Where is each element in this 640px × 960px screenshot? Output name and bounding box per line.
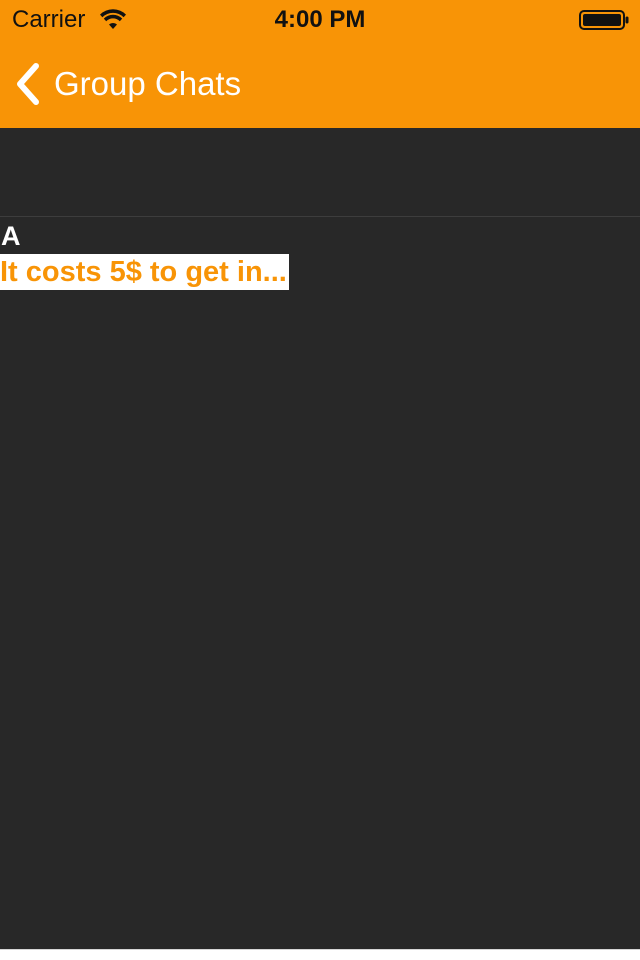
message-sender: A (1, 221, 21, 251)
chevron-left-icon (17, 63, 39, 105)
message-preview: It costs 5$ to get in... (0, 254, 289, 290)
navigation-bar: Group Chats (0, 40, 640, 128)
input-bar[interactable] (0, 949, 640, 960)
back-button-label: Group Chats (54, 65, 242, 102)
battery-icon (579, 10, 629, 30)
message-item[interactable]: A It costs 5$ to get in... (0, 218, 640, 294)
back-button[interactable]: Group Chats (14, 60, 241, 108)
status-time: 4:00 PM (274, 6, 366, 33)
status-bar: Carrier 4:00 PM (0, 0, 640, 40)
app-header: Carrier 4:00 PM Group Chats (0, 0, 640, 128)
divider (0, 216, 640, 217)
chat-header-area (0, 128, 640, 216)
